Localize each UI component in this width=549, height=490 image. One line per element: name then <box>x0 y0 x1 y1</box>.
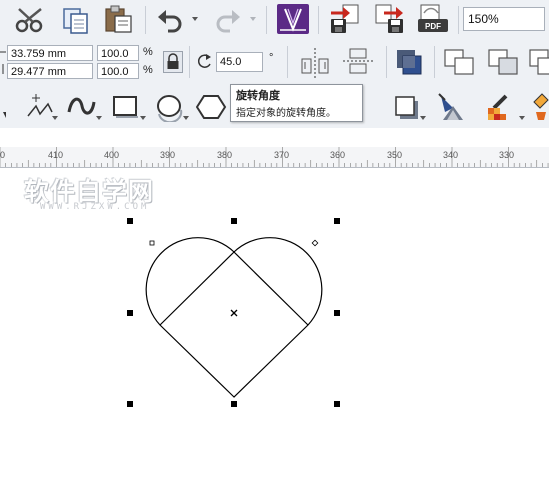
selection-handle[interactable] <box>334 310 340 316</box>
selection-handle[interactable] <box>127 310 133 316</box>
selection-handle[interactable] <box>231 218 237 224</box>
selection-handle[interactable] <box>127 401 133 407</box>
selected-heart-shape[interactable] <box>0 0 549 490</box>
heart-inner-line-right <box>159 251 235 326</box>
center-marker[interactable] <box>230 309 238 317</box>
heart-outline[interactable] <box>145 237 323 398</box>
selection-handle[interactable] <box>334 218 340 224</box>
selection-handle[interactable] <box>127 218 133 224</box>
node-handle[interactable] <box>311 239 319 247</box>
selection-handle[interactable] <box>334 401 340 407</box>
heart-inner-line-left <box>233 251 309 326</box>
node-handle[interactable] <box>149 240 155 246</box>
tooltip-description: 指定对象的旋转角度。 <box>236 108 336 119</box>
tooltip-title: 旋转角度 <box>236 89 280 102</box>
selection-handle[interactable] <box>231 401 237 407</box>
rotation-angle-tooltip: 旋转角度 指定对象的旋转角度。 <box>230 84 363 122</box>
